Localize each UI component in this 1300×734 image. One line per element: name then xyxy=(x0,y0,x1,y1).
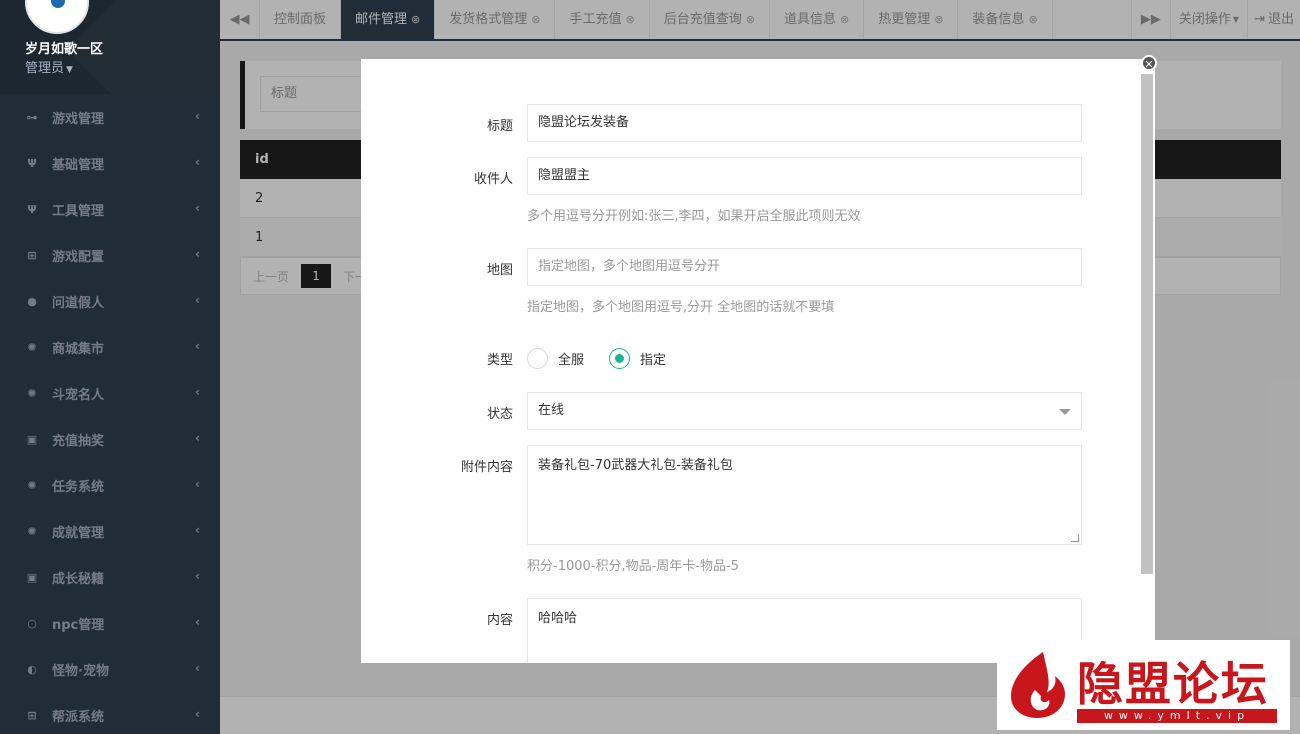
content-label: 内容 xyxy=(486,613,513,628)
flame-logo-icon xyxy=(1011,652,1065,718)
type-radio-all[interactable]: 全服 xyxy=(527,348,584,369)
profile-role-label: 管理员 xyxy=(25,61,65,76)
recipient-label: 收件人 xyxy=(473,172,513,187)
recipient-input[interactable]: 隐盟盟主 xyxy=(527,157,1082,195)
map-label: 地图 xyxy=(486,263,513,278)
type-option-specified-label: 指定 xyxy=(640,353,667,368)
attachment-help: 积分-1000-积分,物品-周年卡-物品-5 xyxy=(527,559,739,574)
title-label: 标题 xyxy=(486,119,513,134)
site-watermark: 隐盟论坛 www.ymlt.vip xyxy=(997,640,1290,730)
profile-name: 岁月如歌一区 xyxy=(25,42,104,57)
type-label: 类型 xyxy=(486,353,513,368)
map-help: 指定地图，多个地图用逗号,分开 全地图的话就不要填 xyxy=(527,300,835,315)
send-mail-dialog: 标题 隐盟论坛发装备 收件人 隐盟盟主 多个用逗号分开例如:张三,李四，如果开启… xyxy=(361,59,1155,663)
radio-unchecked-icon xyxy=(527,348,548,369)
type-radio-specified[interactable]: 指定 xyxy=(609,348,666,369)
watermark-title: 隐盟论坛 xyxy=(1077,657,1269,711)
status-label: 状态 xyxy=(486,407,513,422)
attachment-textarea-value: 装备礼包-70武器大礼包-装备礼包 xyxy=(538,458,733,473)
profile-role-dropdown[interactable]: 管理员 ▼ xyxy=(25,57,73,76)
resize-handle-icon[interactable] xyxy=(1071,534,1079,542)
status-select-value: 在线 xyxy=(538,403,565,418)
attachment-textarea[interactable]: 装备礼包-70武器大礼包-装备礼包 xyxy=(527,445,1082,545)
caret-down-icon: ▼ xyxy=(66,65,73,75)
dialog-close-icon[interactable]: ✕ xyxy=(1141,55,1157,71)
chevron-down-icon xyxy=(1059,409,1071,415)
dialog-scrollbar[interactable] xyxy=(1141,74,1153,574)
title-input[interactable]: 隐盟论坛发装备 xyxy=(527,104,1082,142)
recipient-help: 多个用逗号分开例如:张三,李四，如果开启全服此项则无效 xyxy=(527,209,861,224)
attachment-label: 附件内容 xyxy=(460,460,513,475)
radio-checked-icon xyxy=(609,348,630,369)
status-select[interactable]: 在线 xyxy=(527,392,1082,430)
map-input[interactable]: 指定地图，多个地图用逗号分开 xyxy=(527,248,1082,286)
type-option-all-label: 全服 xyxy=(558,353,585,368)
watermark-url: www.ymlt.vip xyxy=(1077,709,1277,723)
